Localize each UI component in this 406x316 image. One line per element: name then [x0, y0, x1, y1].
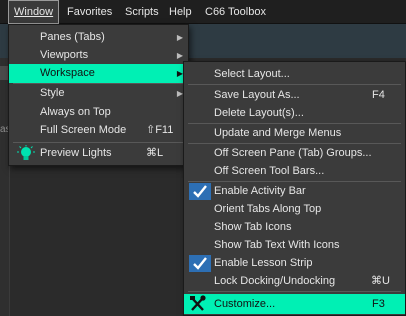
menu-item-customize[interactable]: Customize... F3 — [184, 294, 405, 314]
menu-item-label: Update and Merge Menus — [214, 127, 342, 139]
shortcut-label: F3 — [372, 298, 385, 310]
menu-item-label: Delete Layout(s)... — [214, 107, 304, 119]
menu-item-lock-docking[interactable]: Lock Docking/Undocking ⌘U — [184, 272, 405, 291]
menu-item-workspace[interactable]: Workspace ▶ — [9, 64, 188, 83]
menu-item-label: Select Layout... — [214, 68, 290, 80]
lightbulb-icon — [14, 145, 38, 164]
menu-c66-toolbox-label: C66 Toolbox — [205, 6, 266, 18]
menu-window-label: Window — [14, 6, 54, 18]
menu-help[interactable]: Help — [164, 0, 197, 24]
menu-item-label: Customize... — [214, 298, 276, 310]
menu-item-panes-tabs[interactable]: Panes (Tabs) ▶ — [9, 28, 188, 47]
menu-item-style[interactable]: Style ▶ — [9, 84, 188, 103]
chevron-right-icon: ▶ — [176, 33, 183, 42]
menu-item-delete-layouts[interactable]: Delete Layout(s)... — [184, 104, 405, 123]
menu-item-label: Off Screen Pane (Tab) Groups... — [214, 147, 372, 159]
menu-item-update-merge-menus[interactable]: Update and Merge Menus — [184, 124, 405, 143]
menu-item-show-tab-icons[interactable]: Show Tab Icons — [184, 218, 405, 237]
menu-item-label: Orient Tabs Along Top — [214, 203, 322, 215]
menu-item-label: Off Screen Tool Bars... — [214, 165, 325, 177]
menu-favorites-label: Favorites — [67, 6, 113, 18]
checkmark-icon — [189, 255, 211, 272]
menu-item-label: Always on Top — [40, 106, 111, 118]
shortcut-label: ⇧F11 — [146, 124, 174, 136]
workspace-submenu: Select Layout... Save Layout As... F4 De… — [183, 61, 406, 316]
menu-window[interactable]: Window — [8, 0, 60, 24]
menu-item-save-layout-as[interactable]: Save Layout As... F4 — [184, 86, 405, 105]
shortcut-label: ⌘U — [371, 275, 390, 287]
menu-separator — [13, 142, 184, 143]
menu-separator — [188, 291, 401, 292]
menu-item-show-tab-text-with-icons[interactable]: Show Tab Text With Icons — [184, 236, 405, 255]
menu-item-label: Lock Docking/Undocking — [214, 275, 336, 287]
menu-item-label: Show Tab Text With Icons — [214, 239, 340, 251]
menu-help-label: Help — [169, 6, 192, 18]
menu-item-off-screen-pane-groups[interactable]: Off Screen Pane (Tab) Groups... — [184, 144, 405, 163]
menu-item-label: Viewports — [40, 49, 89, 61]
menu-item-orient-tabs-along-top[interactable]: Orient Tabs Along Top — [184, 200, 405, 219]
menu-item-label: Preview Lights — [40, 147, 112, 159]
menu-item-label: Enable Activity Bar — [214, 185, 306, 197]
menu-item-label: Style — [40, 87, 65, 99]
menu-item-enable-activity-bar[interactable]: Enable Activity Bar — [184, 182, 405, 201]
menu-item-viewports[interactable]: Viewports ▶ — [9, 46, 188, 65]
menu-item-label: Save Layout As... — [214, 89, 300, 101]
menu-bar: Window Favorites Scripts Help C66 Toolbo… — [0, 0, 406, 24]
menu-item-select-layout[interactable]: Select Layout... — [184, 65, 405, 84]
menu-item-preview-lights[interactable]: Preview Lights ⌘L — [9, 144, 188, 163]
main-area — [10, 160, 184, 316]
menu-item-full-screen-mode[interactable]: Full Screen Mode ⇧F11 — [9, 121, 188, 140]
menu-favorites[interactable]: Favorites — [62, 0, 117, 24]
shortcut-label: ⌘L — [146, 147, 164, 159]
menu-item-label: Panes (Tabs) — [40, 31, 105, 43]
menu-item-label: Workspace — [40, 67, 95, 79]
tools-icon — [187, 294, 209, 313]
menu-item-label: Show Tab Icons — [214, 221, 292, 233]
menu-item-label: Full Screen Mode — [40, 124, 127, 136]
menu-separator — [188, 84, 401, 85]
checkmark-icon — [189, 183, 211, 200]
menu-item-always-on-top[interactable]: Always on Top — [9, 103, 188, 122]
window-menu: Panes (Tabs) ▶ Viewports ▶ Workspace ▶ S… — [8, 24, 189, 166]
menu-item-label: Enable Lesson Strip — [214, 257, 313, 269]
menu-item-enable-lesson-strip[interactable]: Enable Lesson Strip — [184, 254, 405, 273]
menu-scripts[interactable]: Scripts — [120, 0, 164, 24]
shortcut-label: F4 — [372, 89, 385, 101]
menu-item-off-screen-tool-bars[interactable]: Off Screen Tool Bars... — [184, 162, 405, 181]
menu-c66-toolbox[interactable]: C66 Toolbox — [200, 0, 271, 24]
menu-scripts-label: Scripts — [125, 6, 159, 18]
